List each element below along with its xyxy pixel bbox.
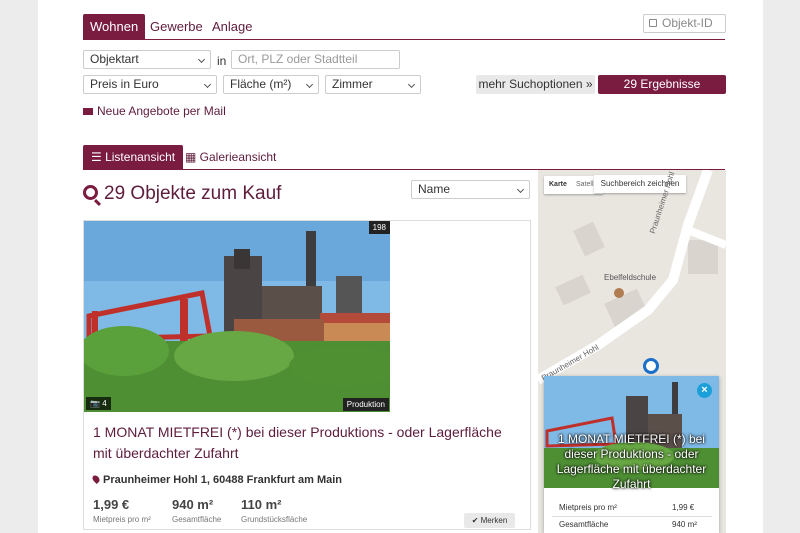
popup-divider [552,516,712,517]
in-label: in [217,54,227,68]
check-icon: ✔ [471,516,481,525]
listing-photo[interactable]: 198 📷 4 Produktion [84,221,390,412]
sort-value: Name [418,182,451,196]
preis-value: Preis in Euro [90,77,159,91]
mail-alert-label: Neue Angebote per Mail [97,104,226,118]
grid-icon: ▦ [185,150,200,164]
sort-select[interactable]: Name [411,180,530,199]
industrial-photo [84,221,390,412]
list-icon: ☰ [91,150,106,164]
preis-select[interactable]: Preis in Euro [83,75,217,94]
page: Wohnen Gewerbe Anlage Objekt-ID Objektar… [38,0,763,533]
karte-option[interactable]: Karte [549,176,567,194]
property-type-badge: Produktion [342,398,389,411]
plot-label: Grundstücksfläche [241,515,308,524]
listing-address: Praunheimer Hohl 1, 60488 Frankfurt am M… [91,474,343,486]
close-icon[interactable]: × [697,383,712,398]
photo-count-badge: 📷 4 [86,397,111,410]
tab-list-view[interactable]: ☰ Listenansicht [83,145,184,170]
objektart-value: Objektart [90,52,139,66]
price-value: 1,99 € [93,497,130,512]
listing-card[interactable]: 198 📷 4 Produktion 1 MONAT MIETFREI (*) … [83,220,531,530]
popup-area-label: Gesamtfläche [559,520,609,529]
search-icon [83,185,98,200]
listing-title[interactable]: 1 MONAT MIETFREI (*) bei dieser Produkti… [93,422,513,464]
tab-divider [83,39,725,40]
tab-gallery-view[interactable]: ▦ Galerieansicht [177,145,284,170]
map-popup[interactable]: 1 MONAT MIETFREI (*) bei dieser Produkti… [544,376,719,533]
objekt-id-placeholder: Objekt-ID [662,16,713,30]
objekt-id-input[interactable]: Objekt-ID [643,14,726,33]
area-value: 940 m² [172,497,214,512]
more-options-button[interactable]: mehr Suchoptionen » [476,75,595,94]
listing-address-text: Praunheimer Hohl 1, 60488 Frankfurt am M… [103,474,343,486]
price-label: Mietpreis pro m² [93,515,151,524]
area-label: Gesamtfläche [172,515,222,524]
merken-label: Merken [480,516,508,525]
chevron-down-icon [516,185,525,194]
id-icon [649,19,657,27]
chevron-down-icon [203,80,212,89]
photo-count: 4 [102,399,107,408]
tab-gewerbe[interactable]: Gewerbe [143,14,210,39]
camera-icon: 📷 [90,399,100,408]
mail-alert-link[interactable]: Neue Angebote per Mail [83,104,226,118]
location-placeholder: Ort, PLZ oder Stadtteil [238,52,358,66]
merken-button[interactable]: ✔ Merken [464,513,515,528]
zimmer-select[interactable]: Zimmer [325,75,421,94]
school-label: Ebelfeldschule [604,273,657,282]
image-id-badge: 198 [368,221,390,234]
objektart-select[interactable]: Objektart [83,50,211,69]
popup-price-label: Mietpreis pro m² [559,503,617,512]
plot-value: 110 m² [241,497,282,512]
popup-area-value: 940 m² [672,520,697,529]
results-count: 29 Objekte zum Kauf [104,183,282,204]
chevron-down-icon [407,80,416,89]
popup-price-value: 1,99 € [672,503,695,512]
zimmer-value: Zimmer [332,77,373,91]
results-heading: 29 Objekte zum Kauf [83,183,281,205]
flaeche-value: Fläche (m²) [230,77,292,91]
chevron-down-icon [197,55,206,64]
show-results-button[interactable]: 29 Ergebnisse anzeigen [598,75,726,110]
location-input[interactable]: Ort, PLZ oder Stadtteil [231,50,400,69]
map-panel[interactable]: Karte Satellit Suchbereich zeichnen Ebel… [538,170,726,533]
gallery-view-label: Galerieansicht [199,150,277,164]
envelope-icon [83,108,93,115]
list-view-label: Listenansicht [105,150,176,164]
tab-anlage[interactable]: Anlage [205,14,259,39]
popup-title[interactable]: 1 MONAT MIETFREI (*) bei dieser Produkti… [546,432,717,492]
chevron-down-icon [305,80,314,89]
tab-wohnen[interactable]: Wohnen [83,14,146,39]
flaeche-select[interactable]: Fläche (m²) [223,75,319,94]
map-marker-icon [91,474,101,484]
